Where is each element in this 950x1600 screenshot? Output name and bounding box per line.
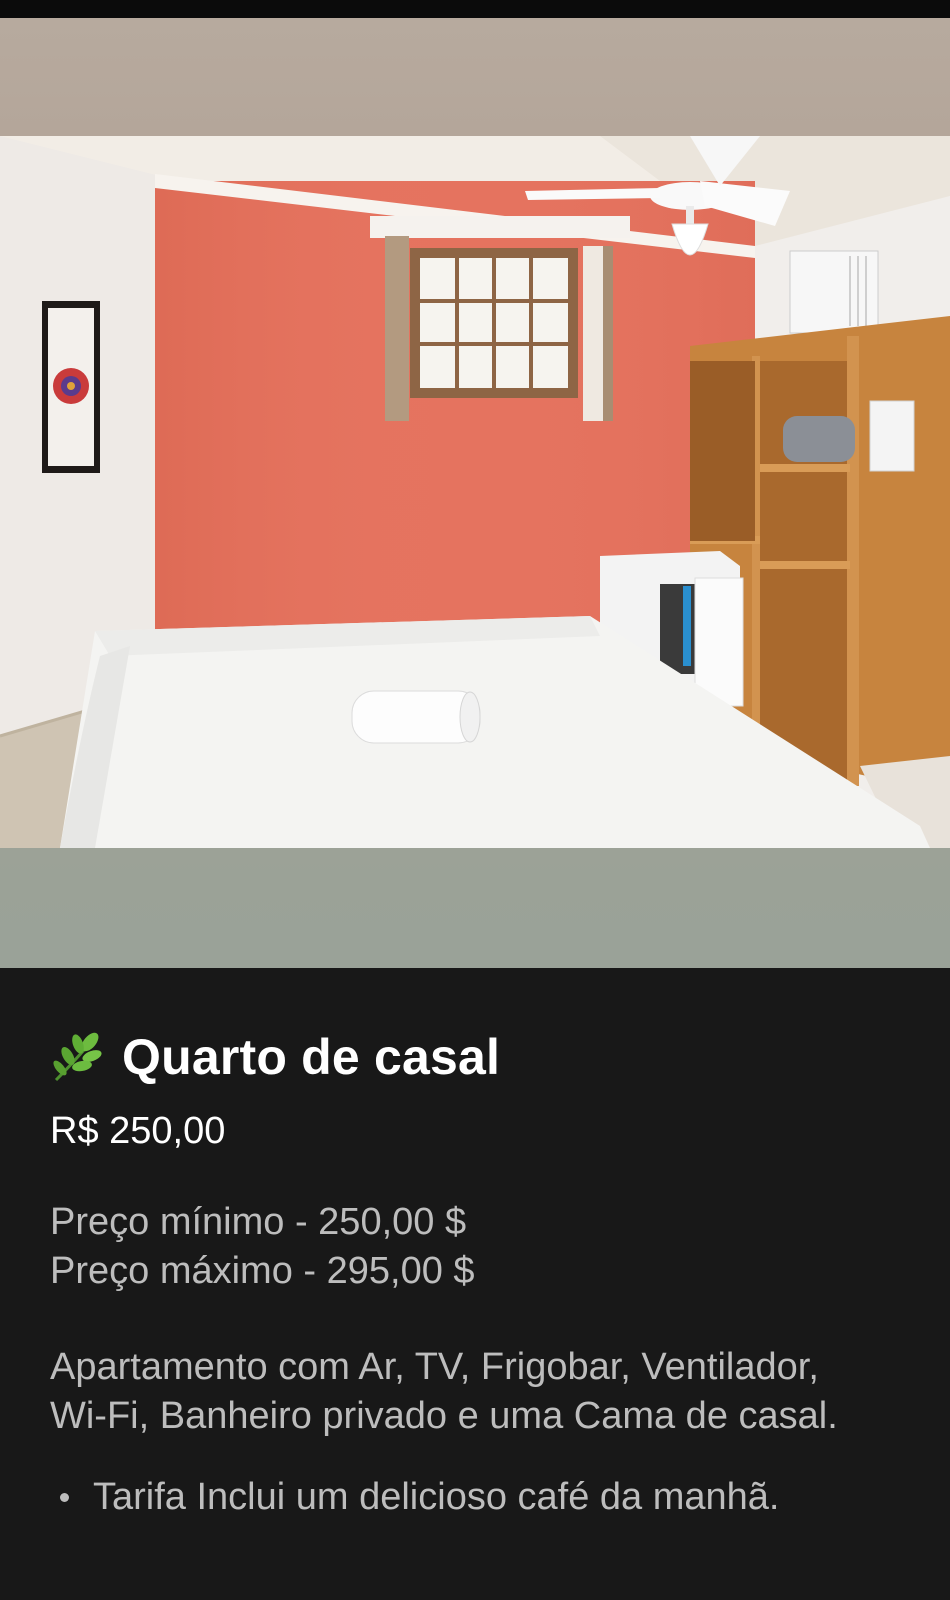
room-description: Apartamento com Ar, TV, Frigobar, Ventil… bbox=[50, 1343, 930, 1441]
bullet-icon bbox=[60, 1493, 69, 1502]
description-line: Apartamento com Ar, TV, Frigobar, Ventil… bbox=[50, 1346, 819, 1388]
list-item: Tarifa Inclui um delicioso café da manhã… bbox=[50, 1473, 779, 1522]
listing-details: Quarto de casal R$ 250,00 Preço mínimo -… bbox=[0, 968, 950, 1600]
price-min: Preço mínimo - 250,00 $ bbox=[50, 1201, 467, 1243]
herb-leaf-icon bbox=[53, 1032, 102, 1082]
bullet-text: Tarifa Inclui um delicioso café da manhã… bbox=[93, 1476, 780, 1518]
description-line: Wi-Fi, Banheiro privado e uma Cama de ca… bbox=[50, 1395, 838, 1437]
amenities-list: Tarifa Inclui um delicioso café da manhã… bbox=[50, 1473, 779, 1522]
title-row: Quarto de casal bbox=[50, 1028, 500, 1086]
status-bar bbox=[0, 0, 950, 18]
price-max: Preço máximo - 295,00 $ bbox=[50, 1250, 475, 1292]
room-photo[interactable] bbox=[0, 136, 950, 848]
price-range: Preço mínimo - 250,00 $ Preço máximo - 2… bbox=[50, 1198, 475, 1296]
room-price: R$ 250,00 bbox=[50, 1110, 226, 1152]
room-photo-container[interactable] bbox=[0, 18, 950, 968]
room-title: Quarto de casal bbox=[122, 1029, 501, 1085]
